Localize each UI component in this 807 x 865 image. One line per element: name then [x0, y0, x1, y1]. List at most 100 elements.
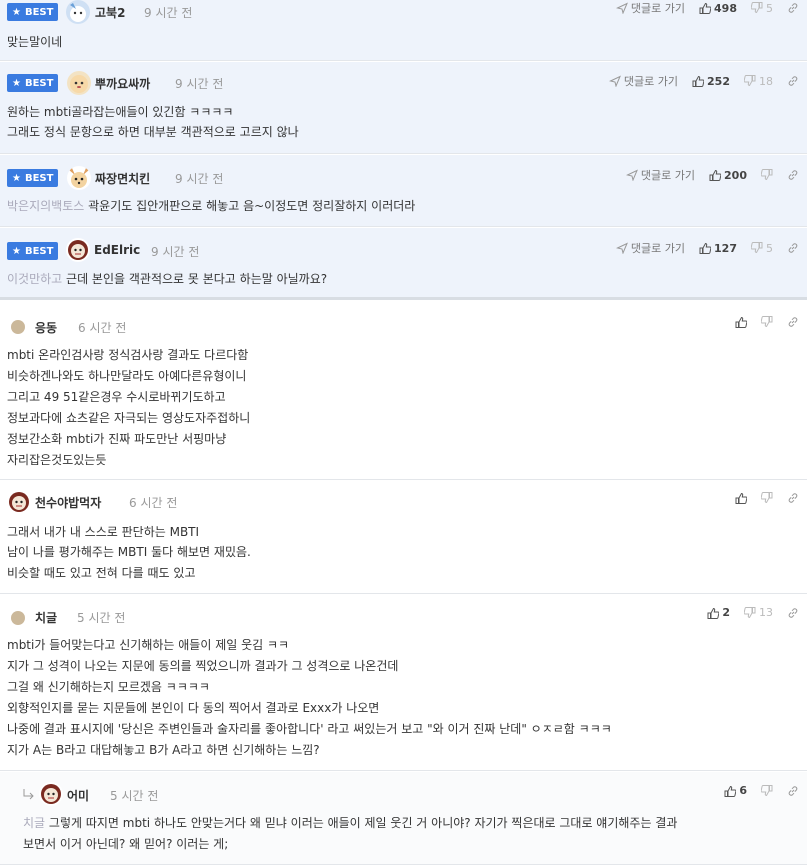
star-icon: ★ [12, 172, 21, 184]
reply-indent-icon [23, 789, 34, 800]
link-icon [788, 243, 798, 253]
upvote-count: 498 [714, 1, 737, 15]
best-badge: ★ BEST [7, 3, 59, 21]
thumbs-up-icon [699, 243, 712, 254]
comment-time: 9 시간 전 [175, 172, 224, 186]
share-link-button[interactable] [787, 492, 799, 504]
comment-text-line: 원하는 mbti골라잡는애들이 있긴함 ㅋㅋㅋㅋ [7, 105, 234, 119]
upvote-button[interactable]: 200 [709, 169, 747, 182]
avatar[interactable] [66, 238, 90, 262]
comment-text-line: 맞는말이네 [7, 35, 63, 49]
thumbs-down-icon [751, 242, 763, 253]
upvote-count: 127 [714, 241, 737, 255]
comment-text: 근데 본인을 객관적으로 못 본다고 하는말 아닐까요? [66, 272, 328, 286]
comment-nickname[interactable]: 어미 [67, 787, 89, 804]
share-link-button[interactable] [787, 316, 799, 328]
comment-item: 천수야밥먹자 6 시간 전 그래서 내가 내 스스로 판단하는 MBTI 남이 … [0, 481, 807, 594]
avatar[interactable] [11, 611, 25, 625]
comment-nickname[interactable]: 천수야밥먹자 [35, 494, 101, 511]
share-link-button[interactable] [787, 785, 799, 797]
comment-text-line: mbti가 들어맞는다고 신기해하는 애들이 제일 웃김 ㅋㅋ [7, 638, 290, 652]
thumbs-down-icon [744, 75, 756, 86]
comment-nickname[interactable]: 뿌까요싸까 [95, 75, 150, 92]
comment-nickname[interactable]: 응동 [35, 319, 57, 336]
downvote-count: 5 [766, 1, 773, 15]
reply-label: 댓글로 가기 [630, 2, 686, 15]
avatar[interactable] [67, 71, 91, 95]
reply-button[interactable]: 댓글로 가기 [626, 167, 695, 183]
comment-nickname[interactable]: EdElric [94, 243, 140, 257]
reply-label: 댓글로 가기 [640, 169, 696, 182]
comment-time: 9 시간 전 [175, 77, 224, 91]
comment-item: ★ BEST 뿌까요싸까 9 시간 전 댓글로 가기 252 18 원하는 mb… [0, 62, 807, 154]
downvote-button[interactable] [761, 169, 773, 181]
link-icon [788, 607, 798, 618]
comment-text-line: 치글 그렇게 따지면 mbti 하나도 안맞는거다 왜 믿냐 이러는 애들이 제… [23, 815, 677, 831]
avatar[interactable] [67, 166, 91, 190]
reply-button[interactable]: 댓글로 가기 [616, 240, 685, 256]
share-link-button[interactable] [787, 2, 799, 14]
mention-tag[interactable]: 치글 [23, 816, 45, 830]
downvote-button[interactable]: 18 [744, 75, 773, 88]
avatar[interactable] [39, 782, 63, 806]
downvote-count: 13 [759, 606, 773, 619]
upvote-button[interactable]: 2 [707, 606, 730, 619]
downvote-button[interactable] [761, 784, 773, 797]
upvote-button[interactable]: 6 [724, 784, 747, 797]
upvote-button[interactable]: 127 [699, 242, 737, 255]
comment-nickname[interactable]: 짜장면치킨 [95, 170, 150, 187]
thumbs-up-icon [699, 3, 712, 14]
downvote-button[interactable]: 13 [744, 606, 773, 619]
thumbs-down-icon [761, 784, 773, 796]
reply-arrow-icon [616, 3, 628, 14]
comment-time: 5 시간 전 [110, 789, 159, 803]
upvote-button[interactable]: 252 [692, 75, 730, 88]
upvote-button[interactable]: 498 [699, 2, 737, 15]
comment-text-line: 박은지의백토스 곽윤기도 집안개판으로 해놓고 음~이정도면 정리잘하지 이러더… [7, 198, 415, 214]
thumbs-up-icon [707, 607, 720, 619]
reply-label: 댓글로 가기 [623, 75, 679, 88]
upvote-button[interactable] [735, 316, 747, 328]
thumbs-down-icon [761, 169, 773, 180]
thumbs-down-icon [744, 606, 756, 618]
downvote-button[interactable] [761, 316, 773, 328]
reply-button[interactable]: 댓글로 가기 [609, 73, 678, 89]
share-link-button[interactable] [787, 169, 799, 181]
mention-tag[interactable]: 이것만하고 [7, 272, 62, 286]
share-link-button[interactable] [787, 75, 799, 87]
avatar[interactable] [66, 0, 90, 24]
thumbs-down-icon [761, 492, 773, 503]
avatar[interactable] [7, 490, 31, 514]
mention-tag[interactable]: 박은지의백토스 [7, 199, 84, 213]
downvote-button[interactable]: 5 [751, 2, 773, 15]
downvote-button[interactable]: 5 [751, 242, 773, 255]
share-link-button[interactable] [787, 242, 799, 254]
comment-item: ★ BEST 고북2 9 시간 전 댓글로 가기 498 5 맞는말이네 [0, 0, 807, 61]
comment-text-line: 지가 그 성격이 나오는 지문에 동의를 찍었으니까 결과가 그 성격으로 나온… [7, 659, 399, 673]
best-badge: ★ BEST [7, 169, 59, 187]
star-icon: ★ [12, 77, 21, 89]
comment-text-line: 나중에 결과 표시지에 '당신은 주변인들과 술자리를 좋아합니다' 라고 써있… [7, 722, 612, 736]
reply-arrow-icon [609, 76, 621, 87]
link-icon [788, 785, 798, 796]
reply-button[interactable]: 댓글로 가기 [616, 0, 685, 16]
comment-time: 6 시간 전 [78, 321, 127, 335]
downvote-count: 5 [766, 241, 773, 255]
share-link-button[interactable] [787, 607, 799, 619]
avatar[interactable] [11, 320, 25, 334]
comment-text-line: 보면서 이거 아닌데? 왜 믿어? 이러는 게; [23, 837, 229, 851]
thumbs-up-icon [735, 317, 747, 328]
comment-nickname[interactable]: 치글 [35, 609, 57, 626]
best-label: BEST [24, 6, 54, 18]
comment-text-line: 그래서 내가 내 스스로 판단하는 MBTI [7, 525, 200, 539]
comment-time: 6 시간 전 [129, 496, 178, 510]
downvote-button[interactable] [761, 492, 773, 504]
upvote-button[interactable] [735, 492, 747, 504]
comment-text: 그렇게 따지면 mbti 하나도 안맞는거다 왜 믿냐 이러는 애들이 제일 웃… [48, 816, 678, 830]
comment-text: 곽윤기도 집안개판으로 해놓고 음~이정도면 정리잘하지 이러더라 [88, 199, 416, 213]
comment-text-line: 비슷할 때도 있고 전혀 다를 때도 있고 [7, 566, 196, 580]
upvote-count: 200 [724, 168, 747, 182]
best-badge: ★ BEST [7, 74, 59, 92]
comment-nickname[interactable]: 고북2 [95, 4, 125, 21]
comment-item: ★ BEST 짜장면치킨 9 시간 전 댓글로 가기 200 박은지의백토스 곽… [0, 155, 807, 227]
